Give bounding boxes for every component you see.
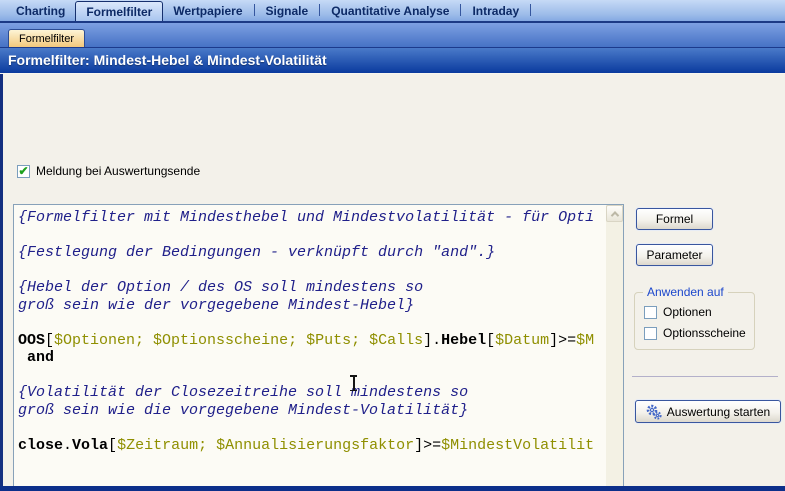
app-window: Charting Formelfilter Wertpapiere Signal…: [0, 0, 785, 491]
code-line[interactable]: [18, 262, 606, 280]
gears-icon: [646, 404, 662, 420]
code-line[interactable]: [18, 419, 606, 437]
optionen-checkbox-row: ✔ Optionen: [644, 305, 712, 319]
code-line[interactable]: [18, 227, 606, 245]
tab-signale[interactable]: Signale: [256, 0, 319, 21]
code-line[interactable]: groß sein wie die vorgegebene Mindest-Vo…: [18, 402, 606, 420]
code-line[interactable]: groß sein wie der vorgegebene Mindest-He…: [18, 297, 606, 315]
tab-quantitative-analyse[interactable]: Quantitative Analyse: [321, 0, 459, 21]
content-area: ✔ Meldung bei Auswertungsende {Formelfil…: [0, 74, 785, 486]
run-button-label: Auswertung starten: [667, 405, 770, 419]
optionsscheine-checkbox-label: Optionsscheine: [663, 326, 746, 340]
check-icon: ✔: [18, 166, 28, 177]
optionen-checkbox-label: Optionen: [663, 305, 712, 319]
code-line[interactable]: [18, 367, 606, 385]
optionsscheine-checkbox[interactable]: ✔: [644, 327, 657, 340]
formula-editor[interactable]: {Formelfilter mit Mindesthebel und Minde…: [13, 204, 624, 491]
code-line[interactable]: close.Vola[$Zeitraum; $Annualisierungsfa…: [18, 437, 606, 455]
code-content[interactable]: {Formelfilter mit Mindesthebel und Minde…: [14, 205, 606, 491]
optionen-checkbox[interactable]: ✔: [644, 306, 657, 319]
scroll-up-button[interactable]: [606, 205, 623, 222]
meldung-checkbox[interactable]: ✔: [17, 165, 30, 178]
code-line[interactable]: OOS[$Optionen; $Optionsscheine; $Puts; $…: [18, 332, 606, 350]
tab-separator: [319, 4, 320, 16]
subtab-formelfilter[interactable]: Formelfilter: [8, 29, 85, 47]
auswertung-starten-button[interactable]: Auswertung starten: [635, 400, 781, 423]
page-title: Formelfilter: Mindest-Hebel & Mindest-Vo…: [0, 48, 785, 74]
code-line[interactable]: and: [18, 349, 606, 367]
group-title: Anwenden auf: [643, 285, 728, 299]
window-bottom-border: [0, 486, 785, 491]
main-tab-bar: Charting Formelfilter Wertpapiere Signal…: [0, 0, 785, 23]
tab-intraday[interactable]: Intraday: [462, 0, 529, 21]
tab-wertpapiere[interactable]: Wertpapiere: [163, 0, 252, 21]
code-line[interactable]: {Volatilität der Closezeitreihe soll min…: [18, 384, 606, 402]
meldung-checkbox-row: ✔ Meldung bei Auswertungsende: [17, 164, 200, 178]
tab-charting[interactable]: Charting: [6, 0, 75, 21]
code-line[interactable]: [18, 314, 606, 332]
optionsscheine-checkbox-row: ✔ Optionsscheine: [644, 326, 746, 340]
code-line[interactable]: {Festlegung der Bedingungen - verknüpft …: [18, 244, 606, 262]
tab-separator: [254, 4, 255, 16]
text-cursor-pointer: [349, 375, 358, 391]
parameter-button[interactable]: Parameter: [636, 244, 713, 266]
panel-separator: [632, 376, 778, 377]
tab-separator: [530, 4, 531, 16]
vertical-scrollbar[interactable]: [606, 205, 623, 491]
code-line[interactable]: {Hebel der Option / des OS soll mindeste…: [18, 279, 606, 297]
tab-separator: [460, 4, 461, 16]
sub-tab-bar: Formelfilter: [0, 23, 785, 48]
tab-formelfilter[interactable]: Formelfilter: [75, 1, 163, 21]
chevron-up-icon: [610, 211, 618, 219]
meldung-checkbox-label: Meldung bei Auswertungsende: [36, 164, 200, 178]
anwenden-auf-group: Anwenden auf ✔ Optionen ✔ Optionsscheine: [634, 292, 755, 350]
formel-button[interactable]: Formel: [636, 208, 713, 230]
code-line[interactable]: {Formelfilter mit Mindesthebel und Minde…: [18, 209, 606, 227]
